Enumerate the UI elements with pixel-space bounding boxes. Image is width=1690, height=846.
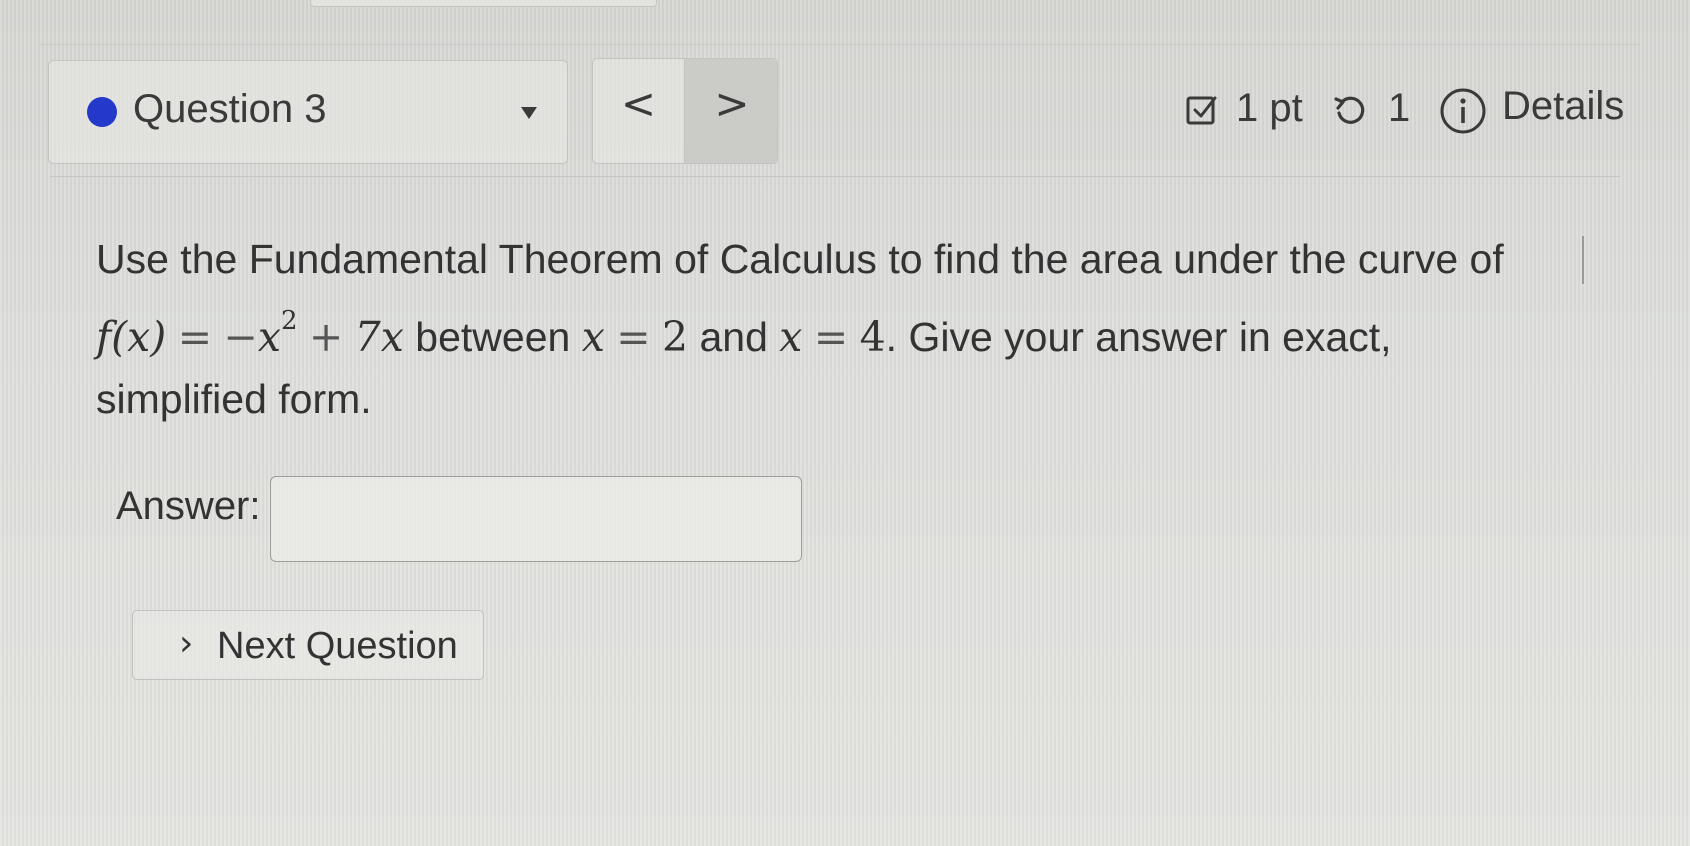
and-word: and: [688, 314, 780, 360]
header-divider-bottom: [50, 176, 1620, 177]
info-icon[interactable]: [1438, 86, 1488, 136]
top-toolbar-edge: [310, 0, 657, 7]
linear-term: 7x: [354, 313, 404, 361]
question-text: Use the Fundamental Theorem of Calculus …: [96, 228, 1596, 430]
text-cursor: [1582, 236, 1584, 284]
points-value: 1 pt: [1236, 86, 1303, 130]
between-word: between: [403, 314, 582, 360]
chevron-right-icon: ›: [179, 623, 194, 664]
details-link[interactable]: Details: [1502, 84, 1624, 129]
plus-sign: +: [308, 313, 344, 361]
lower-bound: 2: [661, 313, 689, 361]
question-line-2: f(x) = −x2 + 7x between x = 2 and x = 4.…: [96, 290, 1596, 368]
question-selector[interactable]: Question 3: [48, 60, 568, 164]
equals-sign: =: [177, 313, 213, 361]
variable-x-lower: x: [581, 313, 605, 361]
exponent: 2: [280, 306, 298, 336]
minus-sign: −: [223, 313, 258, 361]
upper-bound: 4: [859, 313, 886, 361]
caret-down-icon: [521, 107, 537, 119]
instruction-text: . Give your answer in exact,: [885, 314, 1392, 360]
equals-lower: =: [616, 313, 651, 361]
status-dot-icon: [87, 97, 117, 127]
question-outro-text: simplified form.: [96, 376, 372, 422]
question-nav: < >: [592, 58, 778, 164]
question-line-3: simplified form.: [96, 368, 1596, 430]
question-intro-text: Use the Fundamental Theorem of Calculus …: [96, 236, 1504, 282]
retry-icon: [1334, 96, 1365, 124]
equals-upper: =: [813, 313, 849, 361]
chevron-left-icon: <: [620, 79, 657, 128]
retry-count: 1: [1388, 86, 1411, 130]
next-question-arrow-button[interactable]: >: [685, 59, 777, 163]
chevron-right-icon: >: [714, 79, 750, 128]
variable-x: x: [257, 313, 281, 361]
question-line-1: Use the Fundamental Theorem of Calculus …: [96, 228, 1596, 290]
next-question-button[interactable]: › Next Question: [132, 610, 484, 680]
header-divider-top: [40, 44, 1640, 45]
question-label: Question 3: [133, 87, 327, 131]
function-name: f(x): [96, 313, 167, 361]
answer-input[interactable]: [270, 476, 802, 562]
answer-label: Answer:: [116, 484, 261, 528]
checkbox-icon: [1186, 96, 1217, 125]
next-question-label: Next Question: [217, 625, 458, 667]
previous-question-button[interactable]: <: [593, 59, 685, 163]
variable-x-upper: x: [779, 313, 803, 361]
